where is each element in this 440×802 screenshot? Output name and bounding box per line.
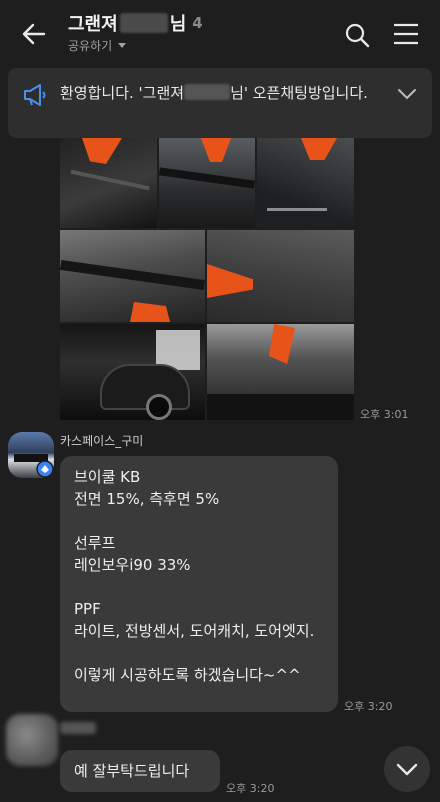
message-time: 오후 3:01 [360,408,409,421]
notice-text-before: 환영합니다. '그랜져 [60,84,185,102]
chat-title[interactable]: 그랜져 님 4 [68,10,203,36]
message-time: 오후 3:20 [344,700,393,713]
sender-name[interactable]: 카스페이스_구미 [60,432,143,449]
chevron-down-icon [396,763,418,776]
title-suffix: 님 [169,14,187,35]
blurred-name [119,13,168,33]
photo-thumbnail[interactable] [207,324,354,420]
message-bubble[interactable]: 예 잘부탁드립니다 [60,750,220,792]
photo-grid[interactable] [60,138,354,420]
caret-down-icon [118,43,127,48]
search-icon[interactable] [344,22,370,48]
back-arrow-icon[interactable] [20,20,48,48]
photo-thumbnail[interactable] [60,230,205,322]
notice-banner[interactable]: 환영합니다. '그랜져 님' 오픈채팅방입니다. [8,68,432,138]
blurred-sender-name [60,722,96,734]
scroll-down-button[interactable] [384,746,430,792]
share-dropdown[interactable]: 공유하기 [68,37,127,54]
chevron-down-icon[interactable] [396,86,418,102]
message-time: 오후 3:20 [226,782,275,795]
photo-thumbnail[interactable] [60,324,205,420]
hamburger-menu-icon[interactable] [392,22,420,46]
blurred-name [184,84,231,100]
chat-header: 그랜져 님 4 공유하기 [0,0,440,64]
notice-text: 환영합니다. '그랜져 님' 오픈채팅방입니다. [60,82,400,104]
photo-thumbnail[interactable] [60,138,157,228]
title-prefix: 그랜져 [68,14,118,35]
notice-text-after: 님' 오픈채팅방입니다. [230,84,368,102]
photo-thumbnail[interactable] [159,138,255,228]
avatar[interactable] [6,714,58,766]
photo-thumbnail[interactable] [257,138,354,228]
share-label: 공유하기 [68,39,113,53]
verified-badge-icon [36,460,54,478]
megaphone-icon [24,84,46,106]
message-bubble[interactable]: 브이쿨 KB 전면 15%, 측후면 5% 선루프 레인보우i90 33% PP… [60,456,338,712]
member-count: 4 [192,14,203,32]
photo-thumbnail[interactable] [207,230,354,322]
